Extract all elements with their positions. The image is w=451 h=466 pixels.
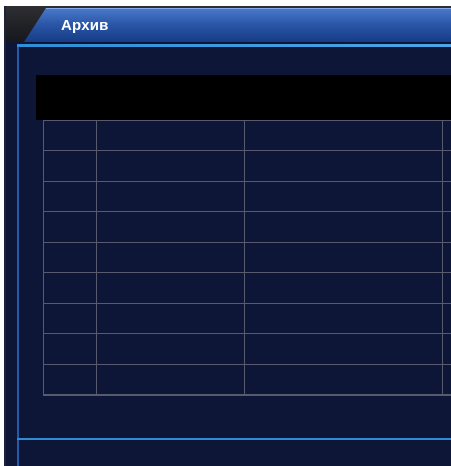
- table-cell[interactable]: [97, 303, 245, 335]
- table-cell[interactable]: [44, 181, 97, 213]
- table-cell[interactable]: [443, 365, 451, 395]
- table-cell[interactable]: [44, 334, 97, 365]
- table-cell[interactable]: [44, 121, 97, 152]
- table-cell[interactable]: [245, 364, 443, 395]
- table-cell[interactable]: [245, 242, 443, 274]
- table-cell[interactable]: [44, 303, 97, 335]
- table-cell[interactable]: [44, 151, 97, 182]
- table-cell[interactable]: [443, 212, 451, 243]
- table-cell[interactable]: [97, 242, 245, 274]
- table-cell[interactable]: [245, 212, 443, 243]
- table-cell[interactable]: [443, 304, 451, 335]
- archive-screen: Архив: [0, 0, 451, 466]
- table-cell[interactable]: [97, 273, 245, 304]
- table-cell[interactable]: [97, 181, 245, 213]
- archive-table: [43, 120, 451, 396]
- table-cell[interactable]: [443, 273, 451, 304]
- table-cell[interactable]: [245, 334, 443, 365]
- title-underline: [17, 44, 451, 47]
- table-cell[interactable]: [245, 121, 443, 152]
- archive-header-bar: [36, 75, 451, 120]
- table-cell[interactable]: [245, 303, 443, 335]
- bottom-divider: [17, 438, 451, 440]
- window-title: Архив: [61, 17, 109, 34]
- table-cell[interactable]: [443, 182, 451, 213]
- table-cell[interactable]: [97, 121, 245, 152]
- table-cell[interactable]: [443, 151, 451, 182]
- table-cell[interactable]: [44, 273, 97, 304]
- table-cell[interactable]: [245, 151, 443, 182]
- table-cell[interactable]: [443, 121, 451, 152]
- table-cell[interactable]: [443, 243, 451, 274]
- table-cell[interactable]: [97, 151, 245, 182]
- table-cell[interactable]: [97, 334, 245, 365]
- title-bar: Архив: [6, 6, 451, 42]
- table-cell[interactable]: [97, 364, 245, 395]
- table-cell[interactable]: [245, 273, 443, 304]
- table-cell[interactable]: [97, 212, 245, 243]
- window-left-border: [17, 47, 19, 466]
- table-cell[interactable]: [44, 242, 97, 274]
- table-cell[interactable]: [443, 334, 451, 365]
- table-cell[interactable]: [245, 181, 443, 213]
- table-cell[interactable]: [44, 212, 97, 243]
- table-cell[interactable]: [44, 364, 97, 395]
- archive-window: Архив: [4, 6, 451, 466]
